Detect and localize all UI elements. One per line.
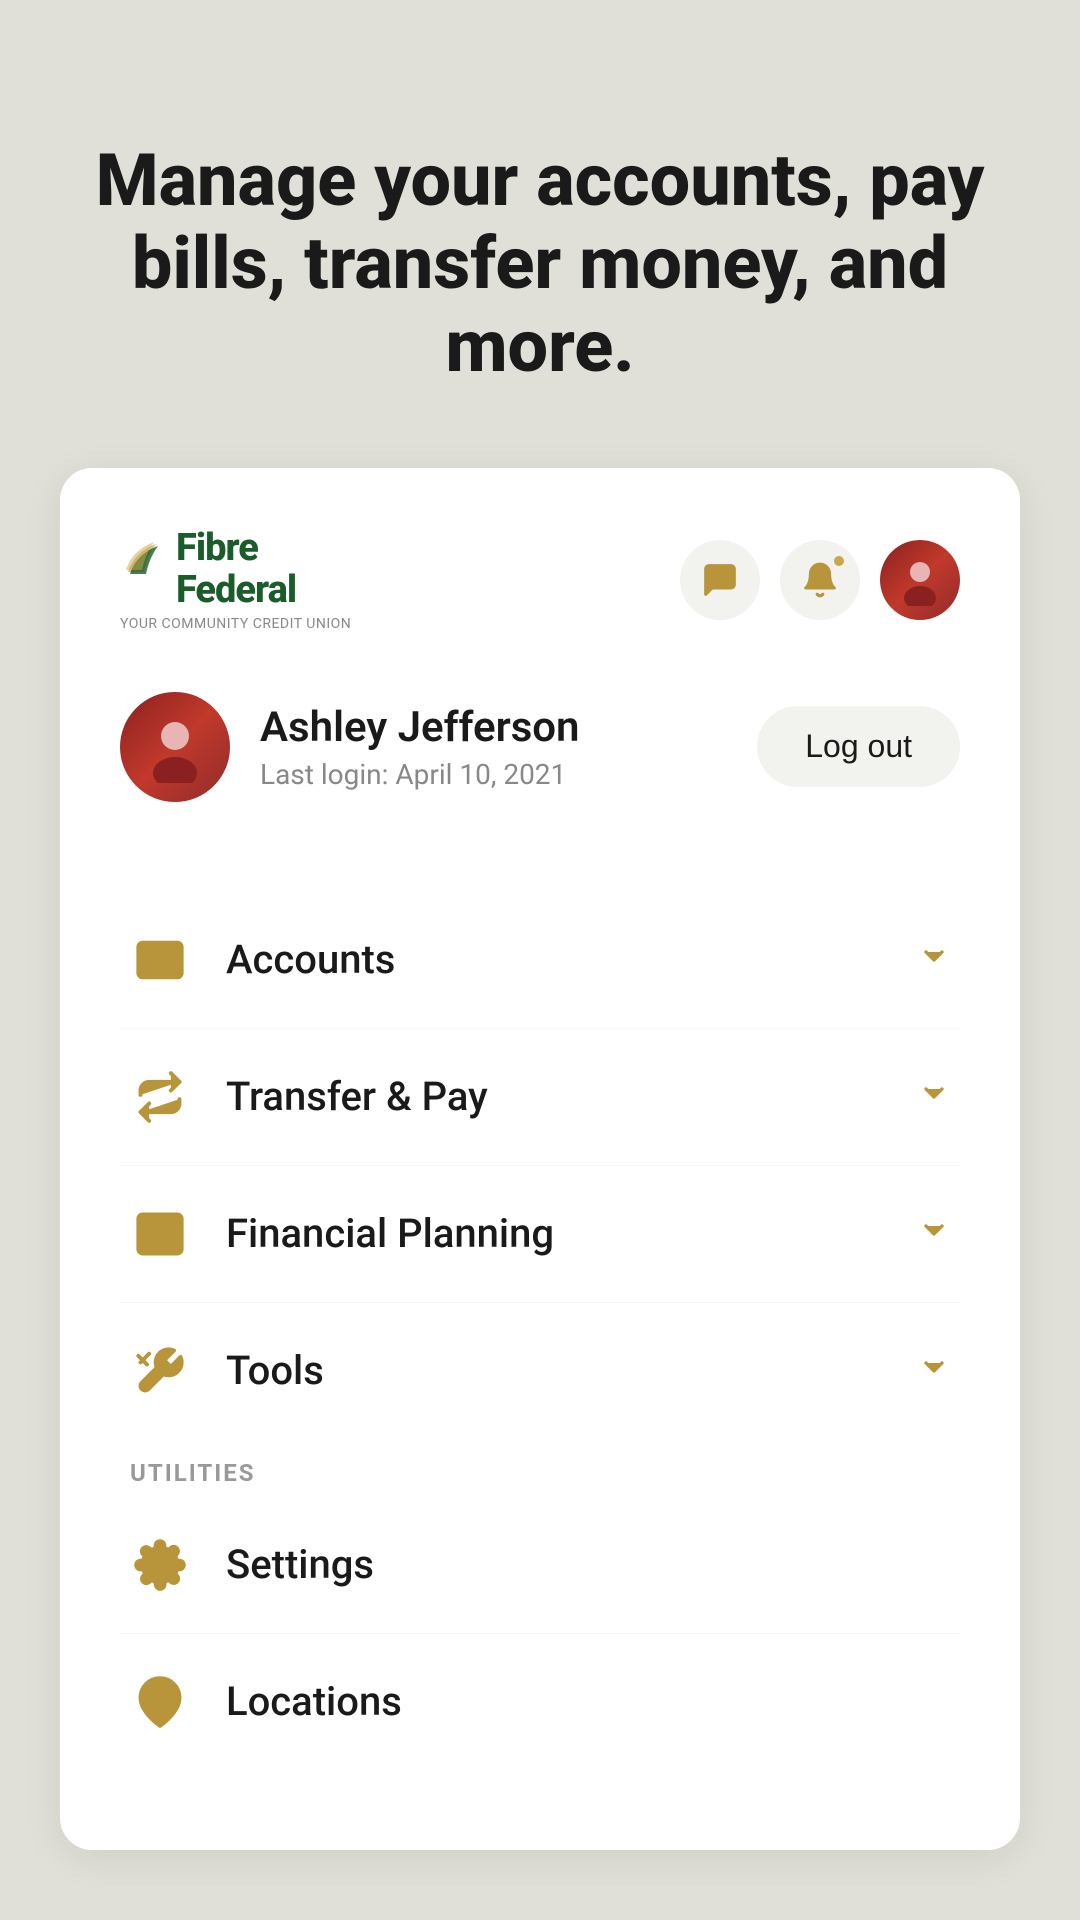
user-avatar-person-icon: [139, 711, 211, 783]
notification-dot: [832, 554, 846, 568]
settings-icon: [130, 1535, 190, 1595]
tools-label: Tools: [226, 1347, 882, 1394]
last-login: Last login: April 10, 2021: [260, 758, 580, 791]
message-icon: [701, 561, 739, 599]
avatar-person-icon: [894, 554, 946, 606]
user-name: Ashley Jefferson: [260, 703, 580, 752]
header-icons: [680, 540, 960, 620]
logo-fibre: Fibre: [176, 528, 296, 570]
logo-tagline: YOUR COMMUNITY CREDIT UNION: [120, 616, 351, 632]
accounts-icon: [130, 930, 190, 990]
menu-item-tools[interactable]: Tools: [120, 1303, 960, 1439]
hero-section: Manage your accounts, pay bills, transfe…: [0, 0, 1080, 468]
logo: Fibre Federal YOUR COMMUNITY CREDIT UNIO…: [120, 528, 351, 632]
user-info: Ashley Jefferson Last login: April 10, 2…: [120, 692, 580, 802]
logo-icon: [120, 532, 168, 580]
financial-planning-icon: [130, 1204, 190, 1264]
logo-federal: Federal: [176, 570, 296, 612]
menu-item-transfer-pay[interactable]: Transfer & Pay: [120, 1029, 960, 1166]
user-row: Ashley Jefferson Last login: April 10, 2…: [120, 692, 960, 822]
menu-item-settings[interactable]: Settings: [120, 1497, 960, 1634]
accounts-label: Accounts: [226, 936, 882, 983]
menu-list: Accounts Transfer & Pay: [120, 892, 960, 1439]
transfer-pay-label: Transfer & Pay: [226, 1073, 882, 1120]
accounts-chevron: [918, 940, 950, 980]
card-header: Fibre Federal YOUR COMMUNITY CREDIT UNIO…: [120, 528, 960, 632]
menu-item-financial-planning[interactable]: Financial Planning: [120, 1166, 960, 1303]
user-details: Ashley Jefferson Last login: April 10, 2…: [260, 703, 580, 791]
locations-icon: [130, 1672, 190, 1732]
header-avatar[interactable]: [880, 540, 960, 620]
menu-item-locations[interactable]: Locations: [120, 1634, 960, 1770]
utilities-section: UTILITIES Settings Locations: [120, 1459, 960, 1770]
menu-item-accounts[interactable]: Accounts: [120, 892, 960, 1029]
hero-title: Manage your accounts, pay bills, transfe…: [80, 140, 1000, 388]
user-avatar: [120, 692, 230, 802]
tools-icon: [130, 1341, 190, 1401]
transfer-pay-icon: [130, 1067, 190, 1127]
main-card: Fibre Federal YOUR COMMUNITY CREDIT UNIO…: [60, 468, 1020, 1850]
financial-planning-chevron: [918, 1214, 950, 1254]
tools-chevron: [918, 1351, 950, 1391]
message-button[interactable]: [680, 540, 760, 620]
financial-planning-label: Financial Planning: [226, 1210, 882, 1257]
bell-icon: [801, 561, 839, 599]
utilities-label: UTILITIES: [120, 1459, 960, 1487]
transfer-pay-chevron: [918, 1077, 950, 1117]
settings-label: Settings: [226, 1541, 950, 1588]
notification-button[interactable]: [780, 540, 860, 620]
logout-button[interactable]: Log out: [757, 706, 960, 787]
locations-label: Locations: [226, 1678, 950, 1725]
